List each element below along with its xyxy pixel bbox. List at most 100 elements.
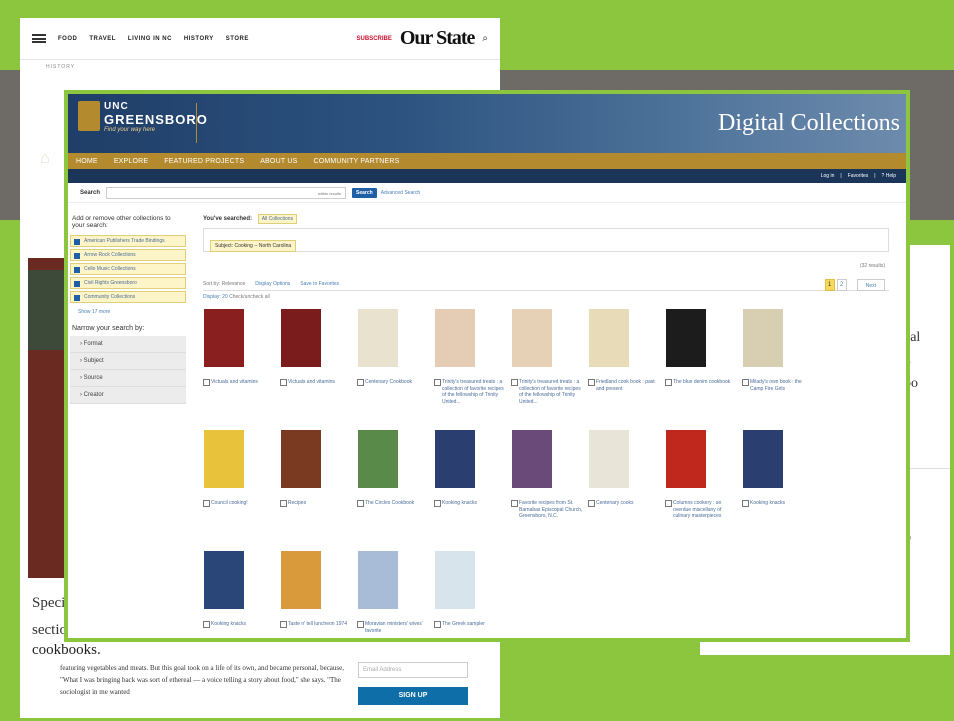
favorites-link[interactable]: Favorites	[848, 173, 869, 179]
book-title-link[interactable]: Kooking knacks	[203, 621, 277, 628]
search-button[interactable]: Search	[352, 187, 377, 198]
result-item[interactable]: Kooking knacks	[434, 430, 508, 507]
nav-travel[interactable]: TRAVEL	[89, 36, 116, 42]
collection-checkbox[interactable]: Community Collections	[70, 291, 186, 303]
result-item[interactable]: Centenary cooks	[588, 430, 662, 507]
next-button[interactable]: Next	[856, 279, 885, 291]
book-cover-thumbnail[interactable]	[435, 430, 475, 488]
nav-history[interactable]: HISTORY	[184, 36, 214, 42]
book-cover-thumbnail[interactable]	[358, 309, 398, 367]
facet-source[interactable]: › Source	[70, 370, 186, 387]
result-item[interactable]: Victuals and vitamins	[280, 309, 354, 386]
sort-select[interactable]: Sort by: Relevance	[203, 281, 245, 287]
book-cover-thumbnail[interactable]	[281, 551, 321, 609]
book-cover-thumbnail[interactable]	[204, 430, 244, 488]
book-title-link[interactable]: Trinity's treasured treats : a collectio…	[434, 379, 508, 405]
book-cover-thumbnail[interactable]	[435, 551, 475, 609]
book-title-link[interactable]: Victuals and vitamins	[280, 379, 354, 386]
page-1[interactable]: 1	[824, 279, 835, 291]
book-cover-thumbnail[interactable]	[666, 309, 706, 367]
result-item[interactable]: The Circles Cookbook	[357, 430, 431, 507]
help-link[interactable]: ? Help	[882, 173, 896, 179]
result-item[interactable]: Trinity's treasured treats : a collectio…	[434, 309, 508, 405]
facet-format[interactable]: › Format	[70, 336, 186, 353]
collection-checkbox[interactable]: Cello Music Collections	[70, 263, 186, 275]
menu-icon[interactable]	[32, 34, 46, 43]
book-cover-thumbnail[interactable]	[204, 551, 244, 609]
advanced-search-link[interactable]: Advanced Search	[381, 190, 420, 196]
nav-living[interactable]: LIVING IN NC	[128, 36, 172, 42]
save-favorites-link[interactable]: Save to Favorites	[300, 281, 339, 287]
result-item[interactable]: Taste n' tell luncheon 1974	[280, 551, 354, 628]
menu-featured-projects[interactable]: FEATURED PROJECTS	[164, 158, 244, 165]
book-cover-thumbnail[interactable]	[512, 430, 552, 488]
book-cover-thumbnail[interactable]	[666, 430, 706, 488]
subject-filter-chip[interactable]: Subject: Cooking -- North Carolina	[210, 240, 297, 252]
show-more-link[interactable]: Show 17 more	[68, 305, 188, 319]
book-title-link[interactable]: Moravian ministers' wives' favorite	[357, 621, 431, 634]
menu-explore[interactable]: EXPLORE	[114, 158, 148, 165]
book-title-link[interactable]: Centenary Cookbook	[357, 379, 431, 386]
book-title-link[interactable]: The blue denim cookbook	[665, 379, 739, 386]
uncg-logo[interactable]: UNC GREENSBORO Find your way here	[104, 101, 208, 133]
result-item[interactable]: Friedland cook book : past and present	[588, 309, 662, 392]
result-item[interactable]: The Greek sampler	[434, 551, 508, 628]
result-item[interactable]: Moravian ministers' wives' favorite	[357, 551, 431, 634]
book-title-link[interactable]: Milady's own book : the Camp Fire Girls	[742, 379, 816, 392]
book-cover-thumbnail[interactable]	[358, 430, 398, 488]
book-title-link[interactable]: Favorite recipes from St. Barnabas Episc…	[511, 500, 585, 520]
menu-home[interactable]: HOME	[76, 158, 98, 165]
collection-checkbox[interactable]: Arrow Rock Collections	[70, 249, 186, 261]
all-collections-chip[interactable]: All Collections	[257, 214, 298, 224]
book-title-link[interactable]: Centenary cooks	[588, 500, 662, 507]
result-item[interactable]: The blue denim cookbook	[665, 309, 739, 386]
book-cover-thumbnail[interactable]	[358, 551, 398, 609]
result-item[interactable]: Kooking knacks	[742, 430, 816, 507]
our-state-logo[interactable]: Our State	[400, 27, 476, 50]
book-cover-thumbnail[interactable]	[281, 430, 321, 488]
book-cover-thumbnail[interactable]	[589, 430, 629, 488]
result-item[interactable]: Council cooking!	[203, 430, 277, 507]
result-item[interactable]: Recipes	[280, 430, 354, 507]
book-title-link[interactable]: Trinity's treasured treats : a collectio…	[511, 379, 585, 405]
facet-creator[interactable]: › Creator	[70, 387, 186, 404]
check-all-checkbox[interactable]: Check/uncheck all	[229, 294, 270, 300]
result-item[interactable]: Centenary Cookbook	[357, 309, 431, 386]
result-item[interactable]: Trinity's treasured treats : a collectio…	[511, 309, 585, 405]
display-options-link[interactable]: Display Options	[255, 281, 290, 287]
collection-checkbox[interactable]: Civil Rights Greensboro	[70, 277, 186, 289]
book-cover-thumbnail[interactable]	[743, 309, 783, 367]
book-cover-thumbnail[interactable]	[512, 309, 552, 367]
book-title-link[interactable]: The Circles Cookbook	[357, 500, 431, 507]
display-count-select[interactable]: Display: 20	[203, 294, 228, 300]
nav-store[interactable]: STORE	[226, 36, 249, 42]
collection-checkbox[interactable]: American Publishers Trade Bindings	[70, 235, 186, 247]
signup-button[interactable]: SIGN UP	[358, 687, 468, 705]
result-item[interactable]: Milady's own book : the Camp Fire Girls	[742, 309, 816, 392]
result-item[interactable]: Columns cookery : an overdue miscellany …	[665, 430, 739, 520]
book-title-link[interactable]: Kooking knacks	[434, 500, 508, 507]
page-2[interactable]: 2	[836, 279, 847, 291]
result-item[interactable]: Victuals and vitamins	[203, 309, 277, 386]
facet-subject[interactable]: › Subject	[70, 353, 186, 370]
book-title-link[interactable]: Victuals and vitamins	[203, 379, 277, 386]
book-title-link[interactable]: The Greek sampler	[434, 621, 508, 628]
result-item[interactable]: Favorite recipes from St. Barnabas Episc…	[511, 430, 585, 520]
nav-food[interactable]: FOOD	[58, 36, 77, 42]
home-icon[interactable]: ⌂	[40, 150, 50, 168]
book-cover-thumbnail[interactable]	[281, 309, 321, 367]
book-cover-thumbnail[interactable]	[435, 309, 475, 367]
search-input[interactable]: within results	[106, 186, 347, 199]
book-cover-thumbnail[interactable]	[204, 309, 244, 367]
login-link[interactable]: Log in	[821, 173, 835, 179]
book-title-link[interactable]: Council cooking!	[203, 500, 277, 507]
book-cover-thumbnail[interactable]	[743, 430, 783, 488]
book-title-link[interactable]: Friedland cook book : past and present	[588, 379, 662, 392]
result-item[interactable]: Kooking knacks	[203, 551, 277, 628]
menu-community-partners[interactable]: COMMUNITY PARTNERS	[313, 158, 399, 165]
book-title-link[interactable]: Taste n' tell luncheon 1974	[280, 621, 354, 628]
email-field[interactable]: Email Address	[358, 662, 468, 678]
menu-about-us[interactable]: ABOUT US	[260, 158, 297, 165]
subscribe-link[interactable]: SUBSCRIBE	[357, 36, 392, 42]
book-title-link[interactable]: Recipes	[280, 500, 354, 507]
